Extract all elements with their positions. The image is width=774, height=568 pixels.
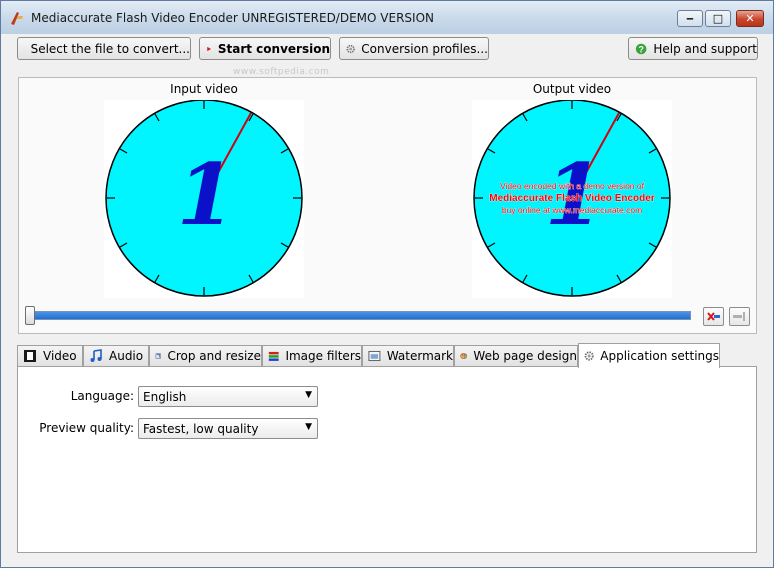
demo-overlay-line1: Video encoded with a demo version of xyxy=(500,181,645,191)
preview-quality-select[interactable]: Fastest, low quality ▼ xyxy=(138,418,318,439)
tab-watermark-label: Watermark xyxy=(386,349,453,363)
toolbar: Select the file to convert... Start conv… xyxy=(1,34,773,69)
tab-audio[interactable]: Audio xyxy=(83,345,149,366)
softpedia-watermark: www.softpedia.com xyxy=(233,67,330,77)
settings-tabbar: Video Audio Crop and resize Image filter… xyxy=(17,343,757,368)
play-icon xyxy=(207,46,212,51)
tab-image-filters-label: Image filters xyxy=(285,349,361,363)
tab-video[interactable]: Video xyxy=(17,345,83,366)
demo-overlay-line3: buy online at www.mediaccurate.com xyxy=(502,205,642,215)
filters-icon xyxy=(268,351,279,361)
input-clock-digit: 1 xyxy=(177,145,235,244)
open-file-icon xyxy=(24,48,25,49)
gear-icon xyxy=(346,44,355,53)
main-window: Mediaccurate Flash Video Encoder UNREGIS… xyxy=(0,0,774,568)
tab-audio-label: Audio xyxy=(109,349,144,363)
preview-quality-label: Preview quality: xyxy=(39,421,134,435)
conversion-profiles-button[interactable]: Conversion profiles... xyxy=(339,37,489,60)
preview-panel: Input video 1 Output video 1 Video encod… xyxy=(18,77,757,334)
music-note-icon xyxy=(90,349,102,362)
marker-arrow-icon xyxy=(733,312,745,321)
timeline-slider-handle[interactable] xyxy=(25,306,35,325)
film-icon xyxy=(24,350,36,362)
app-icon xyxy=(11,12,23,25)
input-video-frame: 1 xyxy=(104,99,304,298)
conversion-profiles-label: Conversion profiles... xyxy=(361,41,488,56)
select-file-button[interactable]: Select the file to convert... xyxy=(17,37,191,60)
tab-web-page-design[interactable]: Web page design xyxy=(454,345,578,366)
svg-text:?: ? xyxy=(638,44,643,54)
chevron-down-icon: ▼ xyxy=(305,390,312,400)
language-select[interactable]: English ▼ xyxy=(138,386,318,407)
palette-icon xyxy=(460,353,468,359)
tab-crop-and-resize-label: Crop and resize xyxy=(167,349,261,363)
minimize-icon: ‒ xyxy=(686,12,694,25)
tab-image-filters[interactable]: Image filters xyxy=(262,345,362,366)
clear-selection-button[interactable] xyxy=(703,307,724,326)
tab-video-label: Video xyxy=(43,349,77,363)
tab-watermark[interactable]: Watermark xyxy=(362,345,454,366)
tab-application-settings-label: Application settings xyxy=(600,349,719,363)
language-label: Language: xyxy=(70,389,134,403)
input-clock-image: 1 xyxy=(105,99,303,297)
language-value: English xyxy=(143,390,187,404)
chevron-down-icon: ▼ xyxy=(305,422,312,432)
help-button[interactable]: ? Help and support xyxy=(628,37,758,60)
tab-application-settings[interactable]: Application settings xyxy=(578,343,720,368)
close-icon: ✕ xyxy=(745,12,755,25)
gear-icon xyxy=(584,351,594,361)
input-video-label: Input video xyxy=(170,82,238,96)
title-bar[interactable]: Mediaccurate Flash Video Encoder UNREGIS… xyxy=(1,1,773,35)
start-conversion-label: Start conversion xyxy=(217,41,330,56)
output-video-frame: 1 Video encoded with a demo version of M… xyxy=(472,99,672,298)
maximize-button[interactable]: □ xyxy=(705,10,731,27)
select-file-label: Select the file to convert... xyxy=(30,41,190,56)
tab-web-page-design-label: Web page design xyxy=(473,349,577,363)
minimize-button[interactable]: ‒ xyxy=(677,10,703,27)
preview-quality-value: Fastest, low quality xyxy=(143,422,259,436)
tab-crop-and-resize[interactable]: Crop and resize xyxy=(149,345,262,366)
demo-overlay-line2: Mediaccurate Flash Video Encoder xyxy=(489,193,655,204)
window-title: Mediaccurate Flash Video Encoder UNREGIS… xyxy=(31,11,434,25)
help-label: Help and support xyxy=(653,41,757,56)
output-clock-image: 1 Video encoded with a demo version of M… xyxy=(473,99,671,297)
set-marker-button[interactable] xyxy=(729,307,750,326)
application-settings-panel: Language: English ▼ Preview quality: Fas… xyxy=(17,366,757,553)
maximize-icon: □ xyxy=(712,12,724,25)
close-button[interactable]: ✕ xyxy=(736,10,764,27)
watermark-icon xyxy=(368,350,381,362)
remove-marker-icon xyxy=(707,312,720,321)
output-video-label: Output video xyxy=(532,82,612,96)
help-icon: ? xyxy=(635,43,647,54)
timeline-track[interactable] xyxy=(28,311,691,320)
crop-icon xyxy=(155,353,161,359)
start-conversion-button[interactable]: Start conversion xyxy=(199,37,331,60)
